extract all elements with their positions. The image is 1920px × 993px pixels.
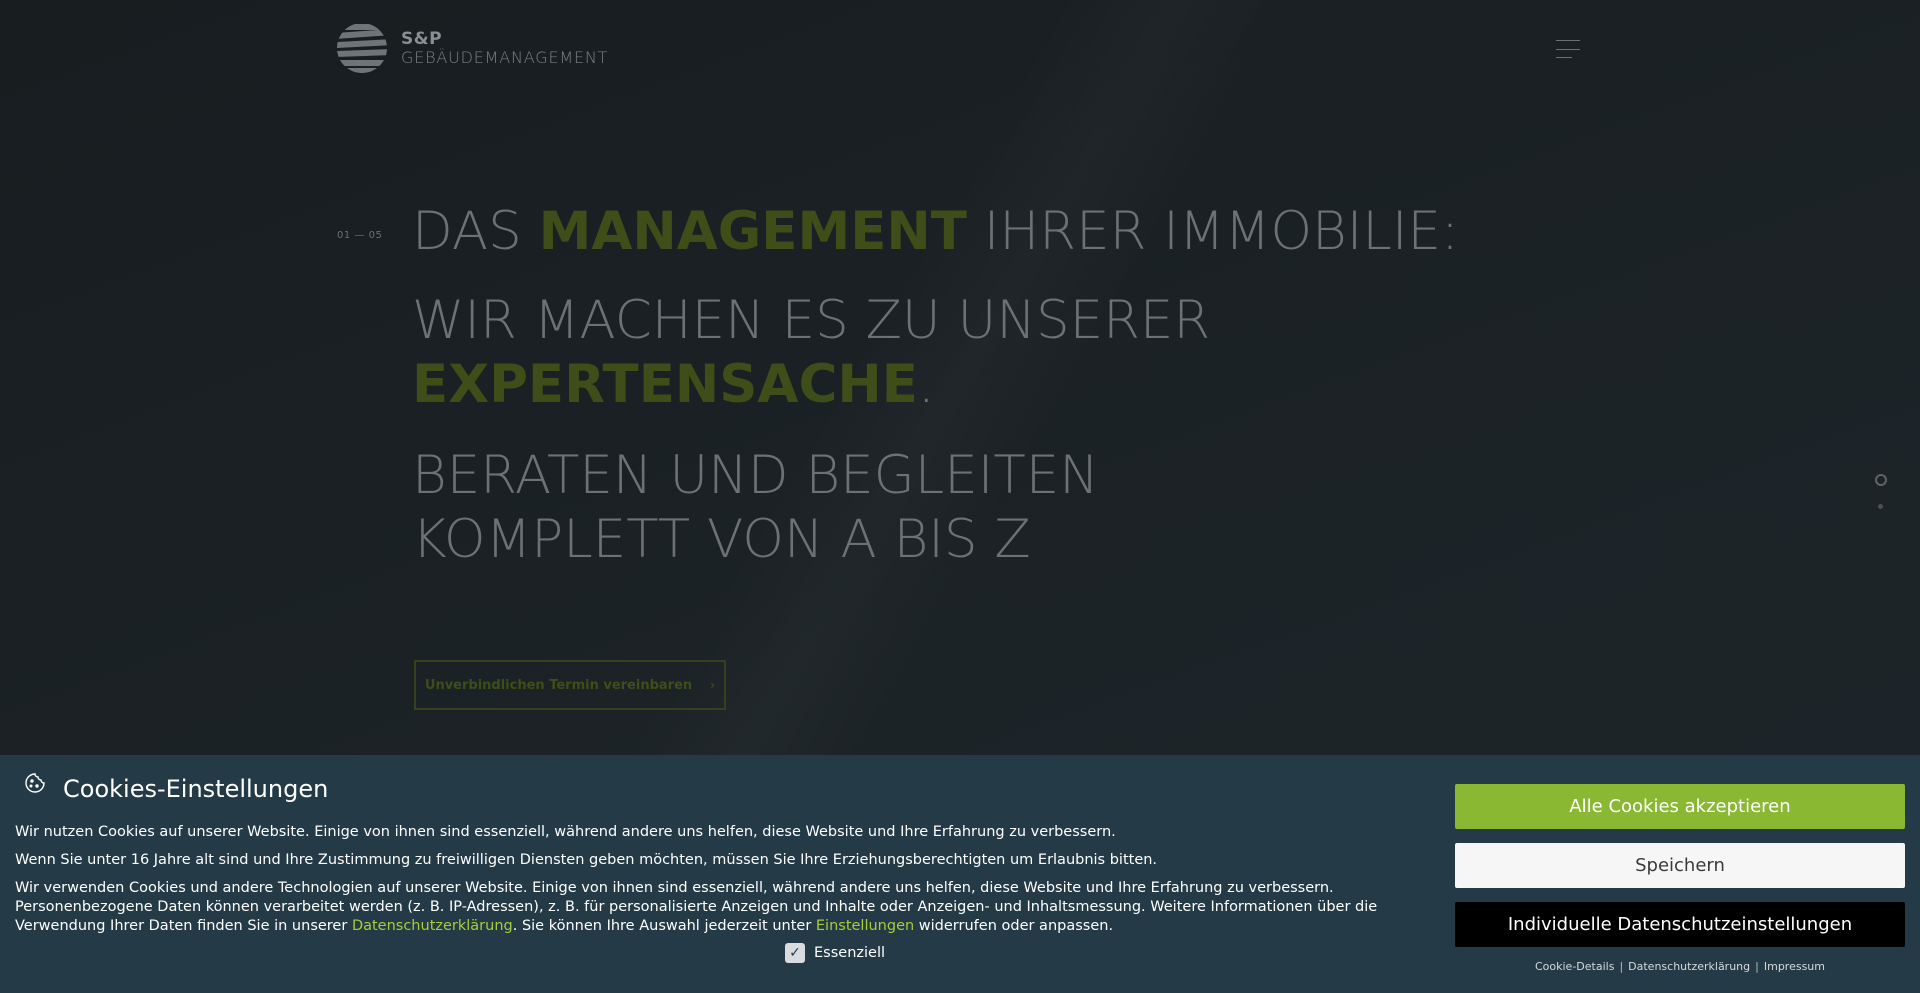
appointment-button[interactable]: Unverbindlichen Termin vereinbaren ›: [414, 660, 726, 710]
footer-privacy-link[interactable]: Datenschutzerklärung: [1628, 960, 1750, 973]
hero-background: [0, 0, 1920, 755]
slide-counter: 01 — 05: [337, 230, 383, 241]
essential-checkbox-row[interactable]: ✓ Essenziell: [785, 943, 885, 963]
chevron-right-icon: ›: [710, 678, 716, 692]
cookie-text-1: Wir nutzen Cookies auf unserer Website. …: [15, 824, 1116, 840]
cookie-text-2: Wenn Sie unter 16 Jahre alt sind und Ihr…: [15, 852, 1158, 868]
headline-line-5: KOMPLETT VON A BIS Z: [412, 509, 1031, 570]
logo-subtitle: GEBÄUDEMANAGEMENT: [401, 47, 609, 67]
imprint-link[interactable]: Impressum: [1764, 960, 1825, 973]
cookie-footer-links: Cookie-Details | Datenschutzerklärung | Impr…: [1534, 960, 1825, 973]
accept-all-button[interactable]: Alle Cookies akzeptieren: [1455, 784, 1905, 829]
check-icon: ✓: [789, 945, 801, 961]
headline-line-3: EXPERTENSACHE.: [412, 354, 935, 415]
privacy-policy-link[interactable]: Datenschutzerklärung: [352, 918, 513, 934]
individual-settings-button[interactable]: Individuelle Datenschutzeinstellungen: [1455, 902, 1905, 947]
save-button[interactable]: Speichern: [1455, 843, 1905, 888]
logo-mark-icon: [336, 22, 388, 74]
headline-accent-management: MANAGEMENT: [538, 201, 967, 262]
cookie-title: Cookies-Einstellungen: [63, 775, 329, 803]
cookie-text-3: Wir verwenden Cookies und andere Technol…: [15, 880, 1378, 934]
headline-accent-expertensache: EXPERTENSACHE: [412, 354, 918, 415]
slide-dot-nav: [1875, 474, 1887, 509]
headline-line-4: BERATEN UND BEGLEITEN: [412, 445, 1099, 506]
essential-checkbox[interactable]: ✓: [785, 943, 805, 963]
logo[interactable]: S&P GEBÄUDEMANAGEMENT: [336, 22, 608, 74]
settings-link[interactable]: Einstellungen: [816, 918, 914, 934]
appointment-button-label: Unverbindlichen Termin vereinbaren: [424, 677, 693, 693]
hamburger-icon[interactable]: [1556, 40, 1580, 58]
headline-line-1: DAS MANAGEMENT IHRER IMMOBILIE:: [412, 201, 1459, 262]
slide-dot-active[interactable]: [1875, 474, 1887, 486]
cookie-icon: [24, 772, 46, 794]
essential-label: Essenziell: [814, 945, 885, 961]
cookie-banner: Cookies-Einstellungen Wir nutzen Cookies…: [0, 755, 1920, 993]
headline-line-2: WIR MACHEN ES ZU UNSERER: [412, 290, 1211, 351]
logo-title: S&P: [401, 28, 443, 49]
slide-dot[interactable]: [1878, 504, 1883, 509]
cookie-details-link[interactable]: Cookie-Details: [1535, 960, 1614, 973]
